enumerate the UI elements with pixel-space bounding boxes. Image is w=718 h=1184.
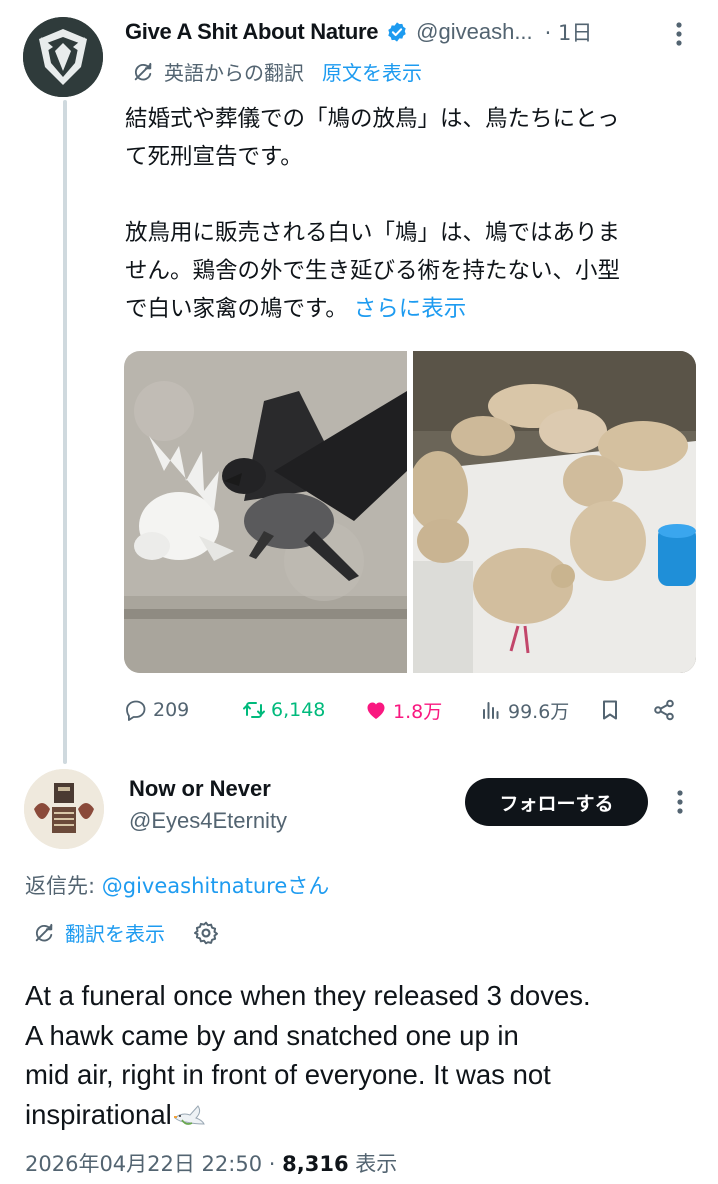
tweet-text-line: て死刑宣告です。 (125, 144, 303, 170)
reply-author-avatar[interactable] (24, 769, 104, 849)
reply-count: 209 (153, 699, 190, 721)
retweet-icon (243, 702, 265, 718)
show-more-link[interactable]: さらに表示 (354, 296, 467, 322)
translation-label: 英語からの翻訳 (164, 61, 304, 85)
follow-button[interactable]: フォローする (465, 778, 648, 826)
reply-text-fragment: inspirational (25, 1098, 172, 1130)
reply-text-line: A hawk came by and snatched one up in (25, 1019, 519, 1051)
translate-icon (134, 62, 152, 80)
dove-emoji-icon (173, 1104, 205, 1125)
like-button[interactable]: 1.8万 (364, 693, 442, 727)
reply-author-handle[interactable]: @Eyes4Eternity (129, 808, 287, 834)
reply-translation-row: 翻訳を表示 (33, 918, 219, 947)
bookmark-icon (603, 700, 617, 720)
author-avatar[interactable] (23, 17, 103, 97)
heart-icon (367, 702, 385, 719)
like-count: 1.8万 (393, 700, 443, 723)
gear-icon[interactable] (193, 920, 219, 946)
retweet-button[interactable]: 6,148 (242, 693, 325, 727)
verified-badge-icon (388, 22, 406, 42)
tweet-header: Give A Shit About Nature @giveash... · 1… (125, 14, 592, 50)
reply-meta: 2026年04月22日 22:50 · 8,316 表示 (25, 1152, 398, 1176)
reply-text-line-last: inspirational (25, 1095, 705, 1135)
share-icon (654, 699, 674, 721)
reply-to-handle-link[interactable]: @giveashitnatureさん (102, 874, 330, 898)
media-grid (124, 351, 696, 673)
tweet-text-line-last: で白い家禽の鳩です。 さらに表示 (125, 290, 705, 328)
tweet-text-line: せん。鶏舎の外で生き延びる術を持たない、小型 (125, 258, 621, 284)
more-options-icon[interactable] (672, 20, 686, 48)
view-count: 99.6万 (508, 700, 570, 723)
reply-icon (126, 700, 146, 721)
retweet-count: 6,148 (271, 699, 326, 721)
reply-to-line: 返信先: @giveashitnatureさん (25, 870, 329, 900)
tweet-actions: 209 6,148 1.8万 99.6万 (124, 693, 684, 727)
author-name[interactable]: Give A Shit About Nature (125, 19, 378, 45)
share-button[interactable] (652, 693, 676, 727)
reply-view-count: 8,316 (282, 1152, 349, 1176)
translation-row: 英語からの翻訳 原文を表示 (132, 57, 422, 86)
reply-timestamp[interactable]: 2026年04月22日 22:50 (25, 1152, 262, 1176)
views-chart-icon (483, 702, 499, 719)
thread-line (63, 100, 67, 764)
show-translation-link[interactable]: 翻訳を表示 (65, 918, 165, 947)
tweet-text: 結婚式や葬儀での「鳩の放鳥」は、鳥たちにとっ て死刑宣告です。 放鳥用に販売され… (125, 100, 705, 328)
reply-text-line: At a funeral once when they released 3 d… (25, 980, 591, 1011)
photo-wet-doves[interactable] (413, 351, 696, 673)
reply-text: At a funeral once when they released 3 d… (25, 976, 705, 1134)
reply-text-line: mid air, right in front of everyone. It … (25, 1059, 551, 1090)
translate-icon (35, 923, 53, 941)
tweet-text-fragment: で白い家禽の鳩です。 (125, 296, 348, 322)
reply-more-options-icon[interactable] (673, 788, 687, 816)
reply-to-prefix: 返信先: (25, 874, 102, 898)
paragraph-break (125, 176, 705, 214)
reply-author-name[interactable]: Now or Never (129, 776, 271, 802)
tweet-text-line: 結婚式や葬儀での「鳩の放鳥」は、鳥たちにとっ (125, 106, 620, 132)
reply-view-label: 表示 (355, 1152, 398, 1176)
bookmark-button[interactable] (598, 693, 622, 727)
author-handle[interactable]: @giveash... (416, 19, 533, 45)
tweet-time-value: 1日 (558, 21, 593, 45)
show-original-link[interactable]: 原文を表示 (322, 57, 422, 86)
photo-crow-attacking-dove[interactable] (124, 351, 407, 673)
tweet-text-line: 放鳥用に販売される白い「鳩」は、鳩ではありま (125, 220, 621, 246)
tweet-time[interactable]: · 1日 (545, 17, 593, 47)
views-button[interactable]: 99.6万 (479, 693, 569, 727)
reply-button[interactable]: 209 (124, 693, 189, 727)
